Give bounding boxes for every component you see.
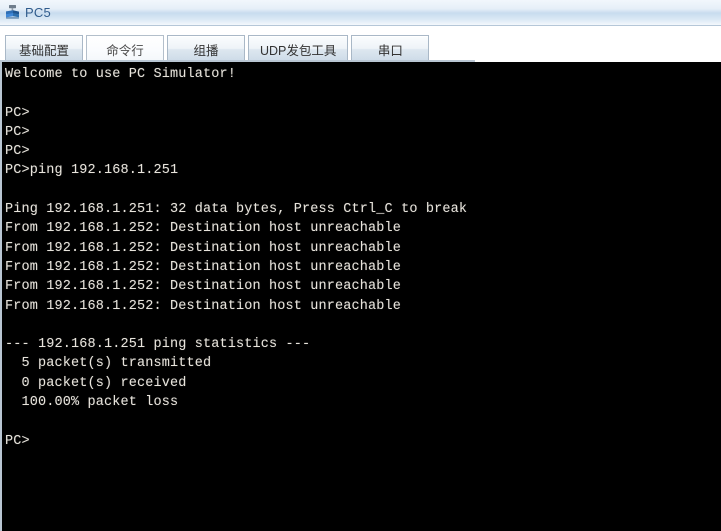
terminal-console[interactable]: Welcome to use PC Simulator! PC> PC> PC> PC>… xyxy=(0,62,721,531)
terminal-line: 5 packet(s) transmitted xyxy=(5,356,212,372)
window-titlebar: PC5 xyxy=(0,0,721,26)
terminal-line: From 192.168.1.252: Destination host unr… xyxy=(5,259,402,275)
terminal-line: 100.00% packet loss xyxy=(5,395,179,411)
terminal-line: From 192.168.1.252: Destination host unr… xyxy=(5,240,402,256)
terminal-line: From 192.168.1.252: Destination host unr… xyxy=(5,298,402,314)
pc-simulator-window: PC5 基础配置 命令行 组播 UDP发包工具 串口 Welcome to us… xyxy=(0,0,721,531)
tab-basic-config[interactable]: 基础配置 xyxy=(5,35,83,62)
tab-bar-underline xyxy=(0,60,475,62)
tab-udp-tool[interactable]: UDP发包工具 xyxy=(248,35,349,62)
terminal-line: PC> xyxy=(5,124,30,140)
tab-basic-config-label: 基础配置 xyxy=(18,43,69,58)
terminal-line: PC>ping 192.168.1.251 xyxy=(5,163,179,179)
terminal-line: From 192.168.1.252: Destination host unr… xyxy=(5,279,402,295)
tab-command-line-label: 命令行 xyxy=(106,43,144,58)
terminal-line: Welcome to use PC Simulator! xyxy=(5,67,237,82)
tab-udp-tool-label: UDP发包工具 xyxy=(260,43,337,58)
terminal-line: --- 192.168.1.251 ping statistics --- xyxy=(5,337,311,353)
terminal-line: PC> xyxy=(5,105,30,121)
tab-bar: 基础配置 命令行 组播 UDP发包工具 串口 xyxy=(0,26,721,62)
terminal-line: Ping 192.168.1.251: 32 data bytes, Press… xyxy=(5,202,468,218)
tab-multicast-label: 组播 xyxy=(193,43,219,58)
tab-multicast[interactable]: 组播 xyxy=(167,35,245,62)
window-title: PC5 xyxy=(25,5,51,20)
tab-command-line[interactable]: 命令行 xyxy=(86,35,164,62)
tab-serial-port-label: 串口 xyxy=(377,43,403,58)
tab-list: 基础配置 命令行 组播 UDP发包工具 串口 xyxy=(0,32,432,62)
tab-serial-port[interactable]: 串口 xyxy=(351,35,430,62)
terminal-line: From 192.168.1.252: Destination host unr… xyxy=(5,221,402,237)
terminal-line: PC> xyxy=(5,433,30,449)
terminal-line: 0 packet(s) received xyxy=(5,375,187,391)
pc-device-icon xyxy=(4,4,22,22)
terminal-line: PC> xyxy=(5,144,30,160)
